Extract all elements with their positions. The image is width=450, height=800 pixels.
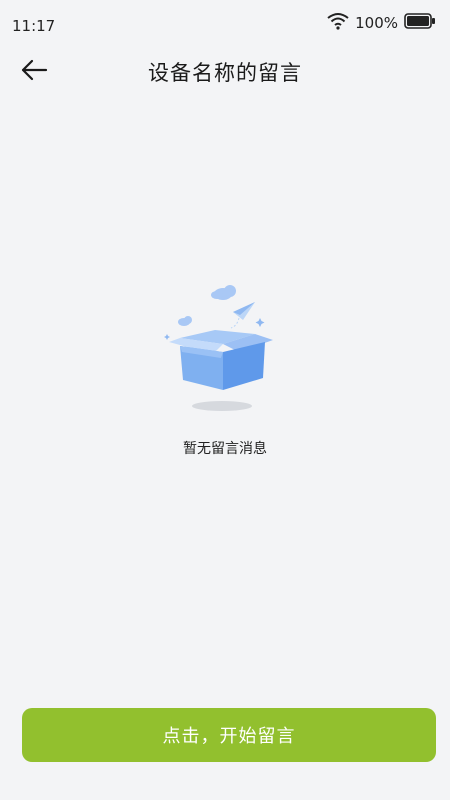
paper-plane-icon	[230, 302, 255, 329]
empty-message: 暂无留言消息	[183, 441, 267, 457]
empty-box-icon	[155, 280, 285, 415]
start-message-button[interactable]: 点击，开始留言	[22, 708, 436, 762]
status-bar: 11:17 100%	[0, 0, 450, 40]
battery-percent: 100%	[355, 14, 398, 32]
nav-bar: 设备名称的留言	[0, 44, 450, 100]
page-title: 设备名称的留言	[148, 61, 302, 85]
status-time: 11:17	[12, 17, 56, 35]
wifi-icon	[327, 12, 349, 34]
status-indicators: 100%	[327, 12, 436, 34]
battery-icon	[404, 13, 436, 33]
cloud-icon	[178, 285, 236, 326]
